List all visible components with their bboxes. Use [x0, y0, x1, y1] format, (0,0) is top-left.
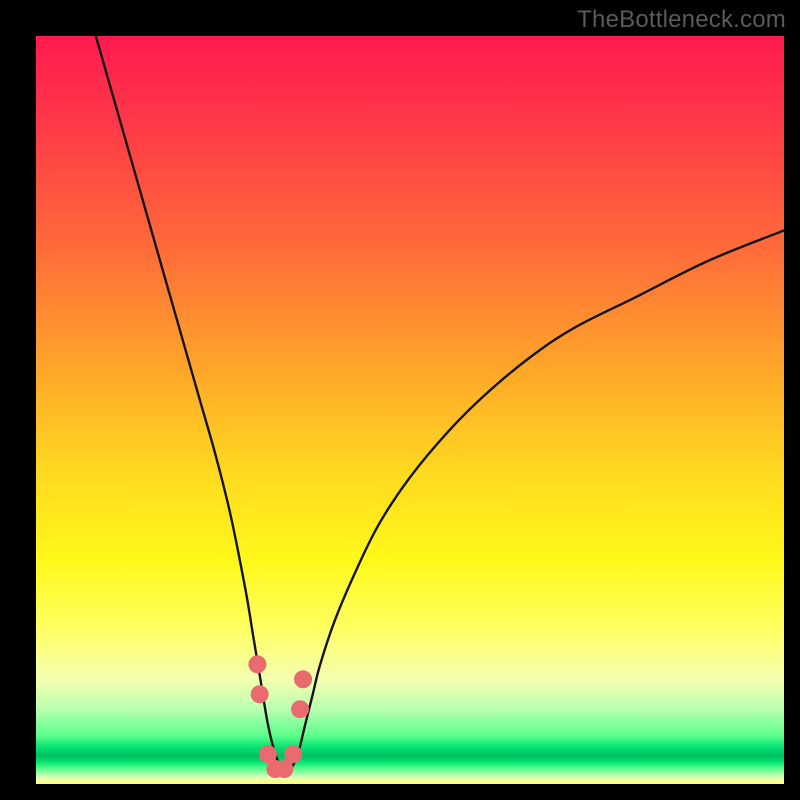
highlight-dot — [248, 655, 266, 673]
bottleneck-curve — [96, 36, 784, 771]
highlight-dot — [294, 670, 312, 688]
watermark-text: TheBottleneck.com — [577, 6, 786, 34]
highlight-dot — [291, 700, 309, 718]
highlight-dot — [275, 760, 293, 778]
curve-svg — [36, 36, 784, 784]
plot-area — [36, 36, 784, 784]
chart-frame: TheBottleneck.com — [0, 0, 800, 800]
highlight-dot — [284, 745, 302, 763]
highlight-dots — [248, 655, 312, 778]
highlight-dot — [251, 685, 269, 703]
